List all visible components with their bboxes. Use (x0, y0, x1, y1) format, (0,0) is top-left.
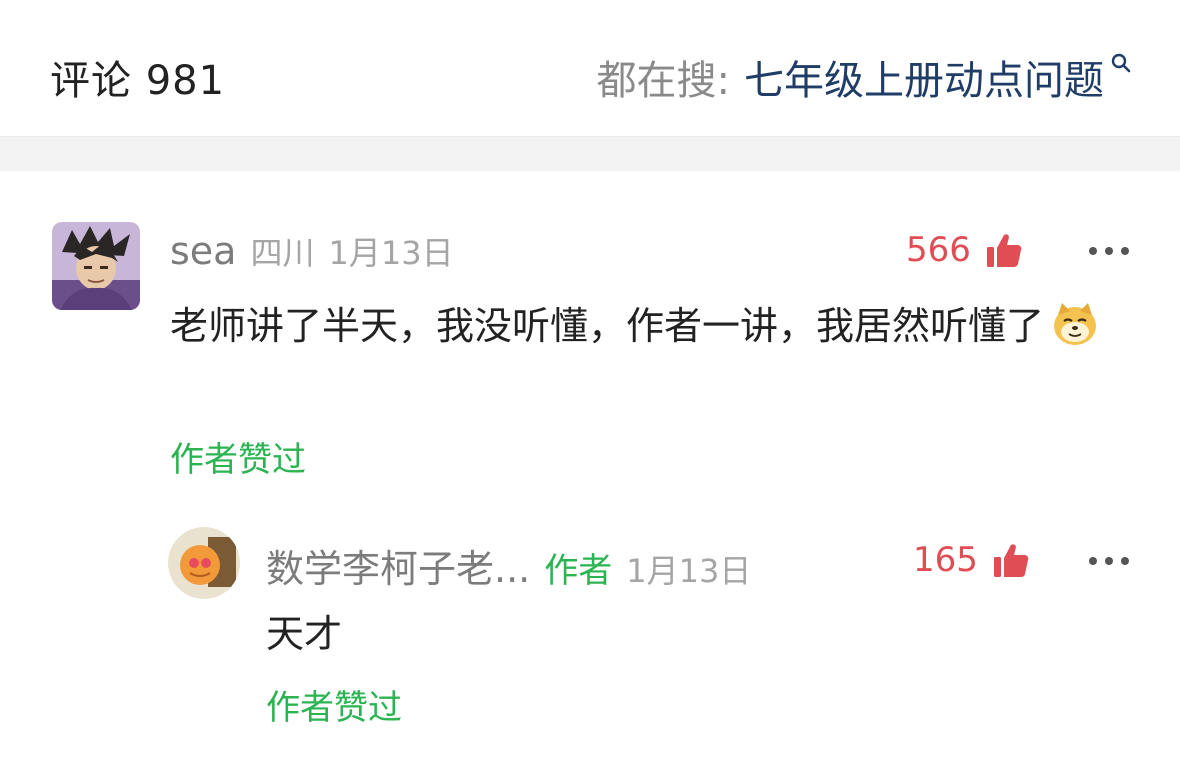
comment-location: 四川 (250, 234, 315, 272)
reply-author-liked-label: 作者赞过 (266, 688, 402, 728)
comment-meta: sea 四川 1月13日 (170, 228, 454, 274)
comment-date: 1月13日 (328, 234, 454, 272)
comment-item: sea 四川 1月13日 566 老师讲了半天，我没听懂，作者一讲，我居然听懂了… (0, 0, 1180, 762)
reply-date: 1月13日 (626, 552, 752, 590)
thumbs-up-icon (993, 544, 1029, 577)
comment-username[interactable]: sea (170, 229, 236, 273)
reply-username[interactable]: 数学李柯子老... (266, 538, 530, 593)
like-count: 566 (906, 230, 971, 270)
reply-like-count: 165 (913, 540, 978, 580)
comment-text-content: 老师讲了半天，我没听懂，作者一讲，我居然听懂了 (170, 304, 1045, 348)
avatar[interactable] (52, 222, 140, 310)
author-tag: 作者 (544, 551, 613, 591)
comment-text: 老师讲了半天，我没听懂，作者一讲，我居然听懂了 (170, 298, 1130, 354)
doge-emoji-icon (1054, 303, 1097, 345)
reply-text: 天才 (266, 612, 343, 656)
reply-meta: 数学李柯子老... 作者 1月13日 (266, 538, 751, 593)
reply-more-options-icon[interactable] (1089, 556, 1129, 566)
more-options-icon[interactable] (1089, 246, 1129, 256)
reply-like-button[interactable]: 165 (913, 540, 1030, 580)
reply-avatar[interactable] (168, 527, 240, 599)
author-liked-label: 作者赞过 (170, 440, 306, 480)
like-button[interactable]: 566 (906, 230, 1023, 270)
thumbs-up-icon (986, 234, 1022, 267)
